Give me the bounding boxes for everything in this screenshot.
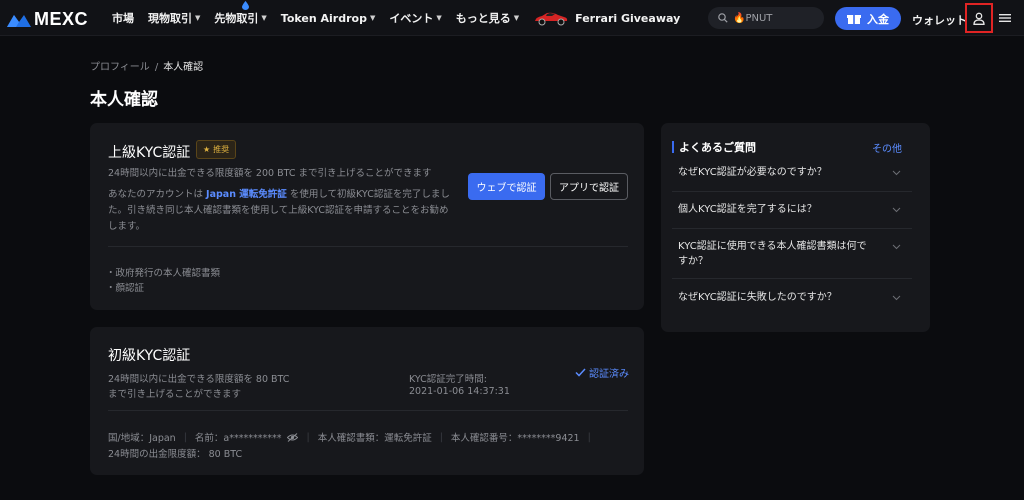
daily-limit-info: 24時間の出金限度額： 80 BTC (108, 449, 243, 460)
requirement-item: ・政府発行の本人確認書類 (106, 268, 221, 279)
badge-label: 推奨 (213, 145, 230, 154)
nav-item-label: もっと見る (455, 12, 511, 25)
top-navbar: MEXC 市場 現物取引 ▼ 先物取引 ▼ Token Airdrop ▼ イベ… (0, 0, 1024, 36)
wallet-link[interactable]: ウォレット (912, 12, 967, 28)
pipe-separator: | (183, 431, 187, 443)
desc-post: を使用して初級KYC認証を完了しまし (289, 189, 450, 200)
pipe-separator: | (306, 431, 310, 443)
check-icon (575, 368, 586, 377)
faq-more-link[interactable]: その他 (872, 140, 902, 155)
mexc-logo-icon (7, 14, 31, 27)
chevron-down-icon[interactable] (892, 244, 901, 250)
eye-hidden-icon[interactable] (287, 432, 299, 442)
doc-number-info: 本人確認番号：********9421 (450, 433, 580, 444)
nav-item-events[interactable]: イベント ▼ (389, 10, 441, 26)
advanced-kyc-title: 上級KYC認証 (108, 145, 191, 161)
nav-menu: 市場 現物取引 ▼ 先物取引 ▼ Token Airdrop ▼ イベント ▼ … (112, 0, 694, 36)
caret-down-icon: ▼ (369, 14, 376, 22)
logo-text: MEXC (34, 9, 89, 29)
completed-time-label: KYC認証完了時間: (409, 374, 488, 385)
page-title: 本人確認 (90, 90, 158, 110)
faq-question[interactable]: なぜKYC認証が必要なのですか？ (678, 165, 868, 180)
breadcrumb-parent[interactable]: プロフィール (90, 62, 150, 73)
faq-title: よくあるご質問 (672, 139, 756, 155)
divider (672, 228, 912, 229)
breadcrumb: プロフィール / 本人確認 (90, 58, 203, 73)
nav-item-spot[interactable]: 現物取引 ▼ (148, 10, 200, 26)
breadcrumb-separator: / (154, 62, 159, 73)
breadcrumb-current: 本人確認 (163, 62, 204, 73)
ferrari-car-icon (535, 12, 568, 26)
nav-item-label: 先物取引 (214, 12, 259, 25)
completed-time-value: 2021-01-06 14:37:31 (409, 386, 510, 397)
search-input[interactable]: 🔥PNUT (708, 7, 824, 29)
promo-label: Ferrari Giveaway (575, 11, 681, 25)
faq-question[interactable]: なぜKYC認証に失敗したのですか？ (678, 290, 868, 305)
deposit-label: 入金 (867, 12, 889, 26)
basic-kyc-details: 国/地域：Japan | 名前：a*********** | 本人確認書類：運転… (108, 430, 599, 445)
caret-down-icon: ▼ (436, 14, 442, 22)
requirement-item: ・顔認証 (106, 283, 145, 294)
basic-limit-line1: 24時間以内に出金できる限度額を 80 BTC (108, 374, 290, 385)
droplet-icon (242, 1, 250, 10)
country-info: 国/地域：Japan (108, 433, 176, 444)
nav-item-label: 市場 (112, 12, 134, 25)
advanced-limit-text: 24時間以内に出金できる限度額を 200 BTC まで引き上げることができます (108, 168, 432, 179)
name-info: 名前：a*********** (194, 433, 282, 444)
desc-pre: あなたのアカウントは (108, 189, 204, 200)
nav-item-label: イベント (389, 12, 434, 25)
nav-item-ferrari-promo[interactable]: Ferrari Giveaway (533, 10, 680, 26)
faq-question[interactable]: 個人KYC認証を完了するには？ (678, 202, 868, 217)
star-icon: ★ (203, 145, 211, 154)
advanced-kyc-description: あなたのアカウントは Japan 運転免許証 を使用して初級KYC認証を完了しま… (108, 187, 466, 235)
verify-app-button[interactable]: アプリで認証 (550, 173, 628, 200)
verified-status: 認証済み (575, 365, 629, 380)
caret-down-icon: ▼ (261, 14, 267, 22)
chevron-down-icon[interactable] (892, 170, 901, 176)
recommended-badge: ★ 推奨 (196, 140, 237, 159)
deposit-button[interactable]: 入金 (835, 7, 901, 30)
divider (108, 410, 628, 411)
divider (672, 191, 912, 192)
verified-label: 認証済み (589, 369, 629, 380)
desc-line2: た。引き続き同じ本人確認書類を使用して上級KYC認証を申請することをお勧め (108, 205, 449, 216)
faq-question[interactable]: KYC認証に使用できる本人確認書類は何ですか？ (678, 239, 868, 269)
nav-item-market[interactable]: 市場 (112, 10, 134, 26)
basic-kyc-title: 初級KYC認証 (108, 348, 191, 364)
desc-highlight: Japan 運転免許証 (206, 189, 287, 200)
nav-item-futures[interactable]: 先物取引 ▼ (214, 1, 267, 26)
chevron-down-icon[interactable] (892, 207, 901, 213)
user-profile-button[interactable] (965, 3, 993, 33)
desc-line3: します。 (108, 221, 146, 232)
nav-item-label: 現物取引 (148, 12, 192, 25)
chevron-down-icon[interactable] (892, 295, 901, 301)
search-icon (718, 13, 728, 23)
divider (108, 246, 628, 247)
caret-down-icon: ▼ (195, 14, 201, 22)
basic-limit-line2: まで引き上げることができます (108, 389, 242, 400)
mexc-logo[interactable]: MEXC (6, 9, 88, 30)
nav-item-label: Token Airdrop (280, 11, 367, 25)
doc-type-info: 本人確認書類：運転免許証 (317, 433, 432, 444)
divider (672, 278, 912, 279)
pipe-separator: | (587, 431, 591, 443)
caret-down-icon: ▼ (513, 14, 520, 22)
nav-item-more[interactable]: もっと見る ▼ (456, 10, 519, 26)
hamburger-menu-icon[interactable] (999, 12, 1011, 24)
gift-icon (847, 14, 861, 24)
search-placeholder: 🔥PNUT (733, 12, 773, 24)
pipe-separator: | (439, 431, 443, 443)
nav-item-token-airdrop[interactable]: Token Airdrop ▼ (281, 12, 376, 25)
user-icon (973, 12, 985, 25)
verify-web-button[interactable]: ウェブで認証 (468, 173, 545, 200)
